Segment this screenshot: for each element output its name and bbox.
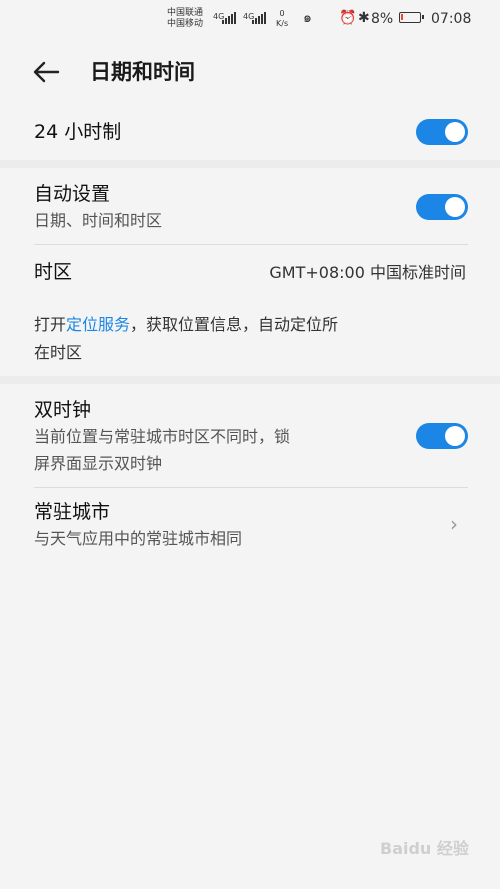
setting-auto-label: 自动设置 (34, 183, 111, 205)
setting-dual-sub-2: 屏界面显示双时钟 (34, 454, 163, 473)
status-bar: 中国联通 中国移动 4G 4G 0 K/s ๑ ⏰ ✱ 8% 07:08 (0, 0, 500, 38)
watermark: Baidu 经验 (380, 839, 469, 858)
location-hint-line1: 打开定位服务，获取位置信息，自动定位所 (34, 315, 339, 334)
toggle-dual-clock[interactable] (416, 423, 468, 449)
setting-dual-sub-1: 当前位置与常驻城市时区不同时，锁 (34, 427, 291, 446)
clock: 07:08 (431, 11, 472, 27)
battery-icon (399, 12, 424, 23)
setting-home-city[interactable]: 常驻城市 与天气应用中的常驻城市相同 › (0, 492, 500, 560)
back-arrow-icon[interactable] (30, 58, 64, 86)
network-speed: 0 K/s (276, 9, 289, 28)
setting-timezone-label: 时区 (34, 261, 73, 283)
page-title: 日期和时间 (90, 60, 195, 84)
location-hint-line2: 在时区 (34, 343, 83, 362)
chevron-right-icon: › (450, 512, 458, 536)
signal-icon-2 (252, 12, 266, 24)
carrier-2: 中国移动 (167, 19, 204, 29)
section-divider (0, 160, 500, 168)
battery-percent: 8% (371, 11, 394, 27)
setting-timezone[interactable]: 时区 GMT+08:00 中国标准时间 (0, 250, 500, 298)
setting-timezone-value: GMT+08:00 中国标准时间 (269, 263, 466, 282)
toggle-auto[interactable] (416, 194, 468, 220)
carrier-1: 中国联通 (167, 8, 204, 18)
signal-icon (222, 12, 236, 24)
alarm-icon: ⏰ (339, 10, 357, 26)
carrier-labels: 中国联通 中国移动 (167, 8, 203, 30)
setting-24-hour-label: 24 小时制 (34, 121, 122, 143)
setting-auto[interactable]: 自动设置 日期、时间和时区 (0, 172, 500, 242)
location-service-link[interactable]: 定位服务 (66, 315, 130, 334)
location-hint: 打开定位服务，获取位置信息，自动定位所 在时区 (0, 312, 500, 368)
toggle-24-hour[interactable] (416, 119, 468, 145)
row-divider-2 (34, 487, 468, 488)
setting-24-hour[interactable]: 24 小时制 (0, 106, 500, 158)
bluetooth-icon: ✱ (358, 10, 370, 26)
section-divider-2 (0, 376, 500, 384)
setting-home-city-label: 常驻城市 (34, 501, 111, 523)
setting-auto-sub: 日期、时间和时区 (34, 211, 163, 230)
setting-home-city-sub: 与天气应用中的常驻城市相同 (34, 529, 243, 548)
setting-dual-clock[interactable]: 双时钟 当前位置与常驻城市时区不同时，锁 屏界面显示双时钟 (0, 388, 500, 484)
sync-icon: ๑ (303, 10, 312, 26)
app-header: 日期和时间 (0, 50, 500, 94)
setting-dual-label: 双时钟 (34, 399, 92, 421)
row-divider (34, 244, 468, 245)
